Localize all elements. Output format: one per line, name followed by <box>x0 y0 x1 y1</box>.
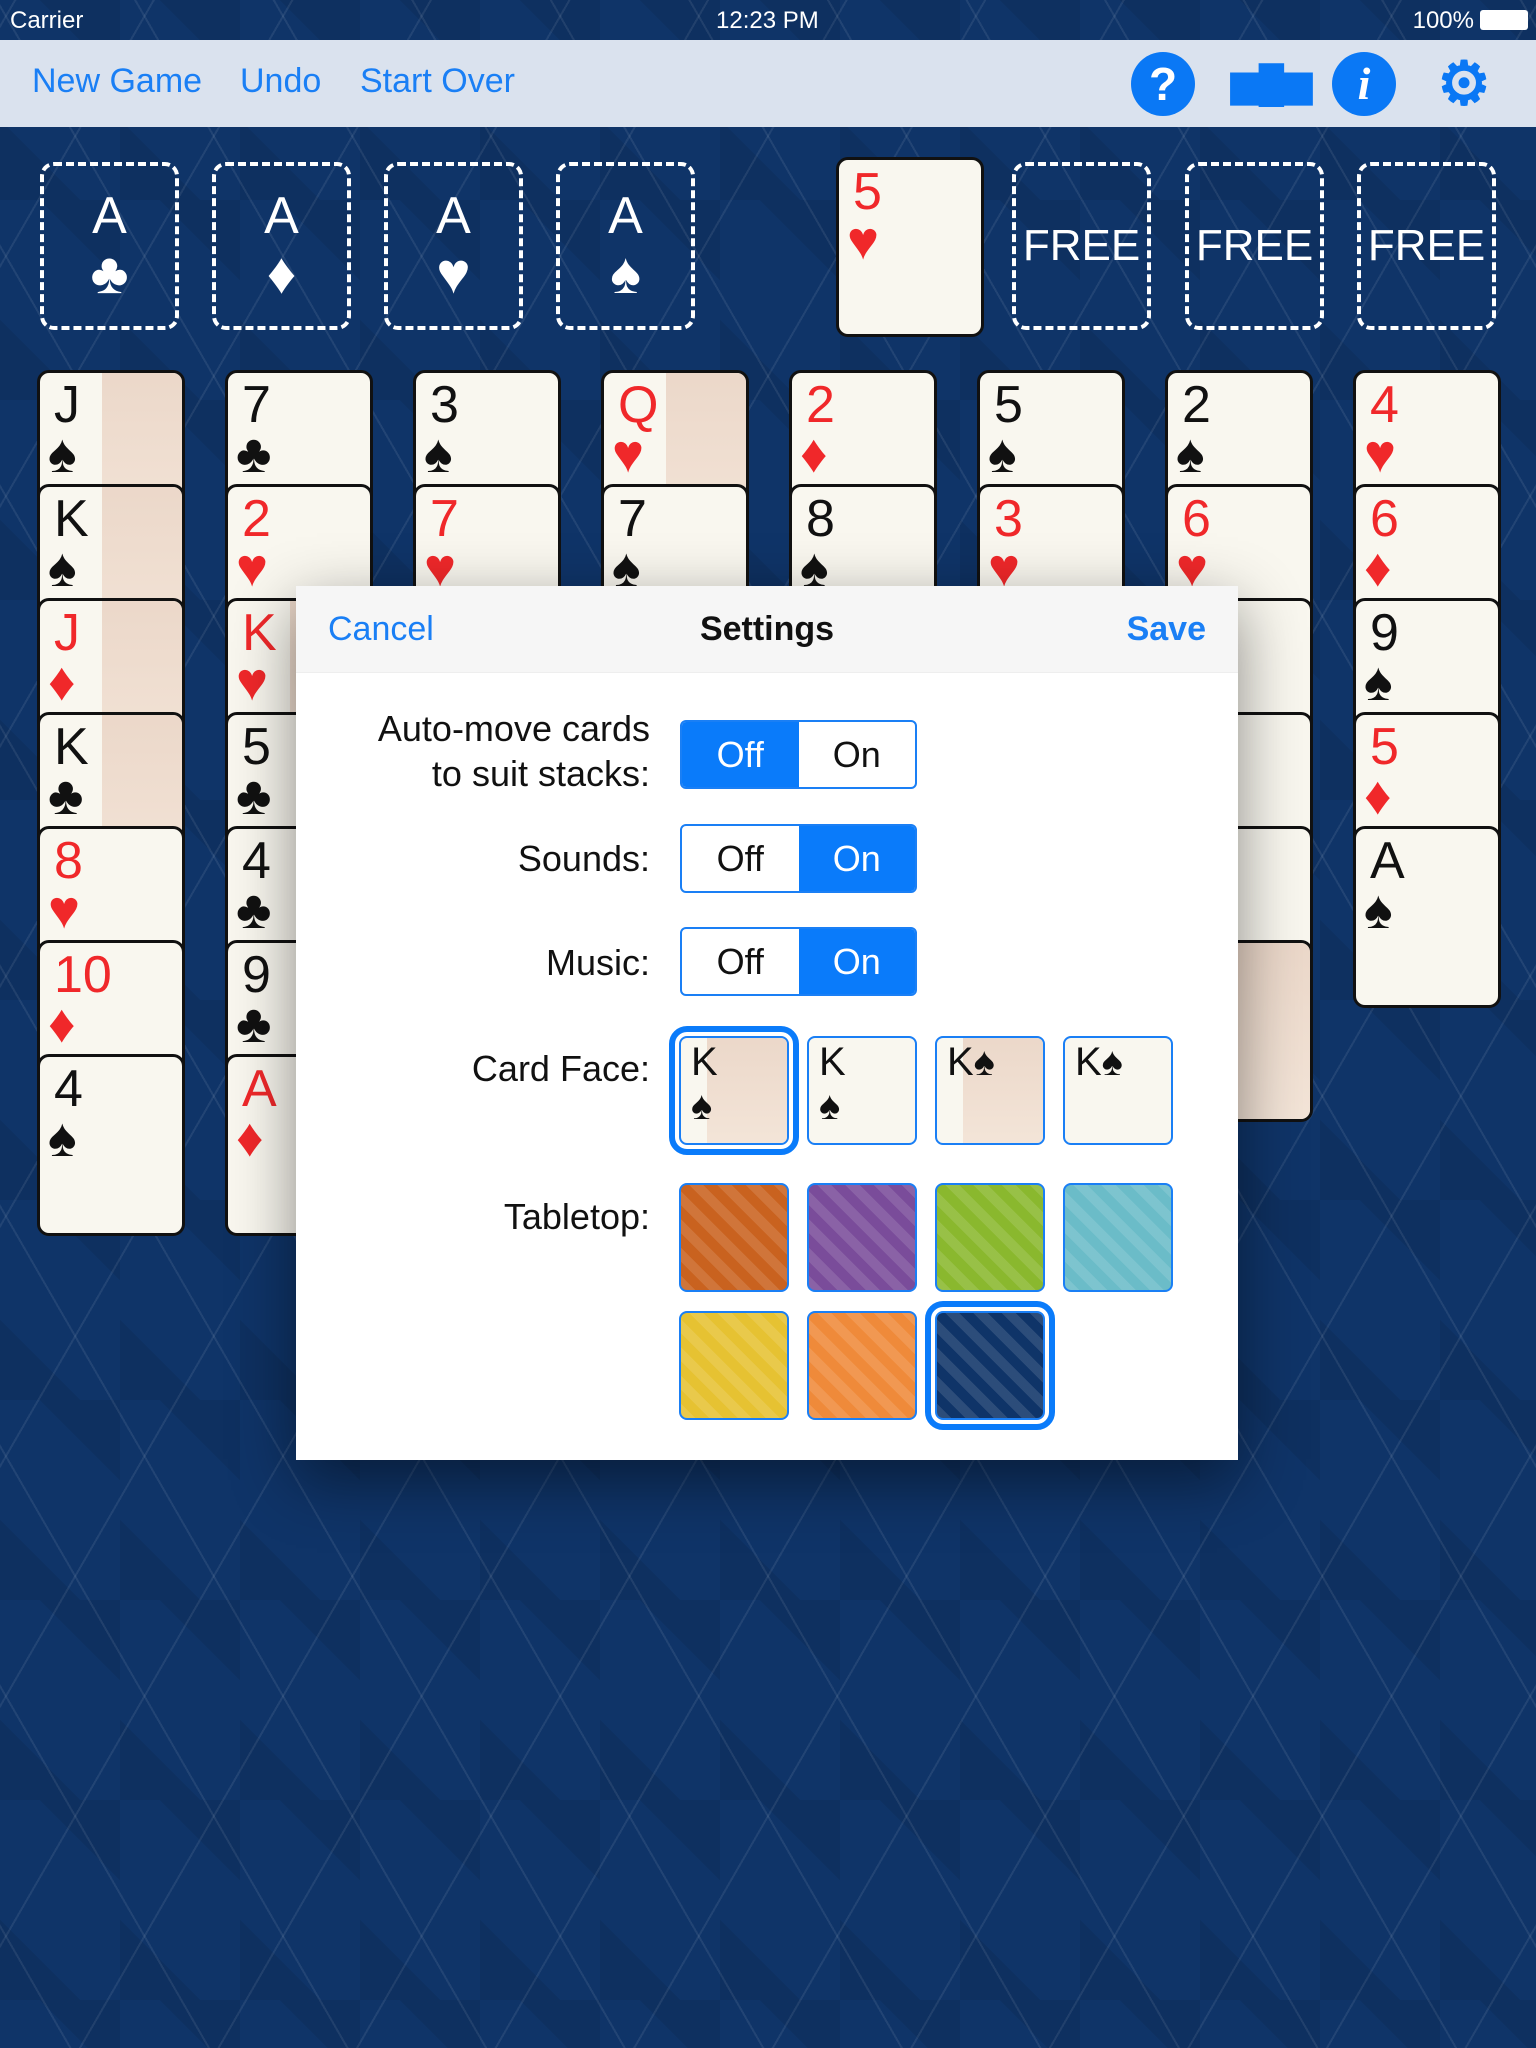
card-face-option-2[interactable]: K ♠ <box>807 1036 917 1145</box>
suit-icon: ♦ <box>800 424 828 484</box>
suit-icon: ♦ <box>266 241 297 306</box>
automove-segmented: Off On <box>680 720 917 789</box>
card-face-label: K ♠ <box>819 1040 846 1128</box>
undo-button[interactable]: Undo <box>240 62 321 101</box>
foundation-rank: A <box>92 187 127 245</box>
foundation-rank: A <box>264 187 299 245</box>
tabletop-option-5[interactable] <box>679 1311 789 1420</box>
suit-icon: ♦ <box>1364 538 1392 598</box>
suit-icon: ♣ <box>90 241 129 306</box>
court-figure <box>707 1038 787 1143</box>
foundation-3[interactable]: A ♥ <box>384 162 523 330</box>
foundation-rank: A <box>436 187 471 245</box>
suit-icon: ♥ <box>1364 424 1397 484</box>
tabletop-option-2[interactable] <box>807 1183 917 1292</box>
suit-icon: ♣ <box>48 766 84 826</box>
info-icon[interactable]: i <box>1332 52 1396 116</box>
clock: 12:23 PM <box>716 7 819 34</box>
tableau-card[interactable]: A ♠ <box>1353 826 1501 1008</box>
automove-label-line2: to suit stacks: <box>431 753 650 794</box>
suit-icon: ♠ <box>48 1108 77 1168</box>
card-face-label: Card Face: <box>471 1048 650 1089</box>
battery-level: 100% <box>1412 7 1474 34</box>
tabletop-option-4[interactable] <box>1063 1183 1173 1292</box>
tabletop-option-7[interactable] <box>925 1301 1055 1430</box>
suit-icon: ♥ <box>236 652 269 712</box>
freecell-empty[interactable]: FREE <box>1185 162 1324 330</box>
music-label: Music: <box>545 942 650 983</box>
suit-icon: ♠ <box>1364 652 1393 712</box>
suit-icon: ♠ <box>48 538 77 598</box>
dialog-title: Settings <box>699 610 835 648</box>
suit-icon: ♥ <box>48 880 81 940</box>
tabletop-label: Tabletop: <box>503 1196 650 1237</box>
card-face-label: K♠ <box>947 1040 995 1084</box>
freecell-card[interactable]: 5 ♥ <box>836 157 984 337</box>
card-face-label: K ♠ <box>691 1040 718 1128</box>
status-bar: Carrier 12:23 PM 100% <box>0 0 1536 40</box>
battery-icon <box>1480 10 1528 30</box>
suit-icon: ♥ <box>847 211 880 271</box>
suit-icon: ♣ <box>236 880 272 940</box>
tabletop-option-1[interactable] <box>679 1183 789 1292</box>
help-icon[interactable]: ? <box>1131 52 1195 116</box>
card-face-label: K♠ <box>1075 1040 1123 1084</box>
suit-icon: ♠ <box>610 241 641 306</box>
suit-icon: ♦ <box>48 994 76 1054</box>
card-face-option-3[interactable]: K♠ <box>935 1036 1045 1145</box>
foundation-2[interactable]: A ♦ <box>212 162 351 330</box>
start-over-button[interactable]: Start Over <box>360 62 515 101</box>
automove-on[interactable]: On <box>799 722 916 787</box>
suit-icon: ♥ <box>436 241 471 306</box>
suit-icon: ♠ <box>988 424 1017 484</box>
sounds-off[interactable]: Off <box>682 826 799 891</box>
leaderboard-icon[interactable]: ▆█▆ <box>1231 52 1312 116</box>
automove-off[interactable]: Off <box>682 722 799 787</box>
tableau-card[interactable]: 4 ♠ <box>37 1054 185 1236</box>
foundation-1[interactable]: A ♣ <box>40 162 179 330</box>
suit-icon: ♣ <box>236 994 272 1054</box>
music-segmented: Off On <box>680 927 917 996</box>
new-game-button[interactable]: New Game <box>32 62 202 101</box>
sounds-segmented: Off On <box>680 824 917 893</box>
tabletop-option-3[interactable] <box>935 1183 1045 1292</box>
foundation-rank: A <box>608 187 643 245</box>
suit-icon: ♠ <box>1176 424 1205 484</box>
tabletop-option-6[interactable] <box>807 1311 917 1420</box>
card-face-option-4[interactable]: K♠ <box>1063 1036 1173 1145</box>
freecell-empty[interactable]: FREE <box>1012 162 1151 330</box>
suit-icon: ♦ <box>236 1108 264 1168</box>
music-off[interactable]: Off <box>682 929 799 994</box>
card-face-option-1[interactable]: K ♠ <box>669 1026 799 1155</box>
suit-icon: ♥ <box>236 538 269 598</box>
suit-icon: ♠ <box>424 424 453 484</box>
suit-icon: ♣ <box>236 766 272 826</box>
toolbar: New Game Undo Start Over ? ▆█▆ i ⚙ <box>0 40 1536 127</box>
suit-icon: ♠ <box>48 424 77 484</box>
court-figure <box>1230 943 1310 1119</box>
settings-dialog: Cancel Settings Save Auto-move cards to s… <box>296 586 1238 1460</box>
gear-icon[interactable]: ⚙ <box>1432 52 1496 116</box>
save-button[interactable]: Save <box>1127 610 1206 649</box>
dialog-header: Cancel Settings Save <box>296 586 1238 673</box>
automove-label: Auto-move cards to suit stacks: <box>378 706 650 796</box>
suit-icon: ♠ <box>1364 880 1393 940</box>
freecell-empty[interactable]: FREE <box>1357 162 1496 330</box>
music-on[interactable]: On <box>798 929 915 994</box>
sounds-label: Sounds: <box>517 838 650 879</box>
sounds-on[interactable]: On <box>798 826 915 891</box>
suit-icon: ♣ <box>236 424 272 484</box>
automove-label-line1: Auto-move cards <box>377 708 650 749</box>
foundation-4[interactable]: A ♠ <box>556 162 695 330</box>
suit-icon: ♥ <box>612 424 645 484</box>
suit-icon: ♦ <box>1364 766 1392 826</box>
carrier: Carrier <box>10 7 84 34</box>
suit-icon: ♦ <box>48 652 76 712</box>
